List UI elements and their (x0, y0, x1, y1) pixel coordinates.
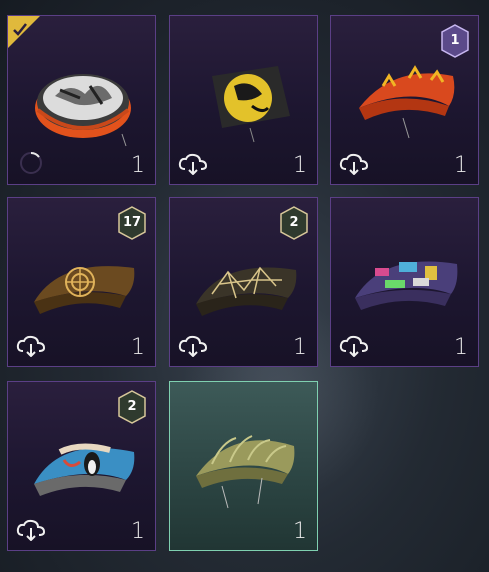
inventory-item-penguin-parachute[interactable]: 2 1 (7, 381, 156, 551)
equipped-check-icon (8, 16, 40, 48)
glitch-graffiti-parachute-image (355, 261, 458, 310)
inventory-item-graffiti-parachute[interactable]: 1 (330, 197, 479, 367)
cloud-download-icon[interactable] (178, 153, 208, 175)
item-quantity: 1 (454, 335, 468, 360)
inventory-item-olive-parachute[interactable]: 1 (169, 381, 318, 551)
inventory-item-mandala-parachute[interactable]: 17 1 (7, 197, 156, 367)
penguin-ocean-parachute-image (34, 443, 135, 496)
parachute-inventory-grid: 1 1 1 1 17 1 2 1 1 2 1 1 (0, 0, 489, 572)
inventory-item-orange-parachute[interactable]: 1 (7, 15, 156, 185)
inventory-item-geometric-parachute[interactable]: 2 1 (169, 197, 318, 367)
item-quantity: 1 (454, 153, 468, 178)
loading-spinner-icon (20, 152, 42, 174)
item-quantity: 1 (131, 519, 145, 544)
orange-round-parachute-image (35, 74, 131, 147)
olive-classic-parachute-image (196, 435, 295, 509)
item-quantity: 1 (293, 519, 307, 544)
item-quantity: 1 (293, 335, 307, 360)
inventory-item-red-parachute[interactable]: 1 1 (330, 15, 479, 185)
inventory-item-moon-parachute[interactable]: 1 (169, 15, 318, 185)
item-quantity: 1 (131, 335, 145, 360)
geometric-gold-parachute-image (196, 266, 297, 316)
red-flame-parachute-image (359, 65, 455, 139)
item-quantity: 1 (293, 153, 307, 178)
yellow-moon-parachute-image (212, 66, 290, 143)
item-quantity: 1 (131, 153, 145, 178)
cloud-download-icon[interactable] (178, 335, 208, 357)
cloud-download-icon[interactable] (339, 335, 369, 357)
cloud-download-icon[interactable] (339, 153, 369, 175)
cloud-download-icon[interactable] (16, 519, 46, 541)
cloud-download-icon[interactable] (16, 335, 46, 357)
golden-mandala-parachute-image (34, 266, 135, 314)
